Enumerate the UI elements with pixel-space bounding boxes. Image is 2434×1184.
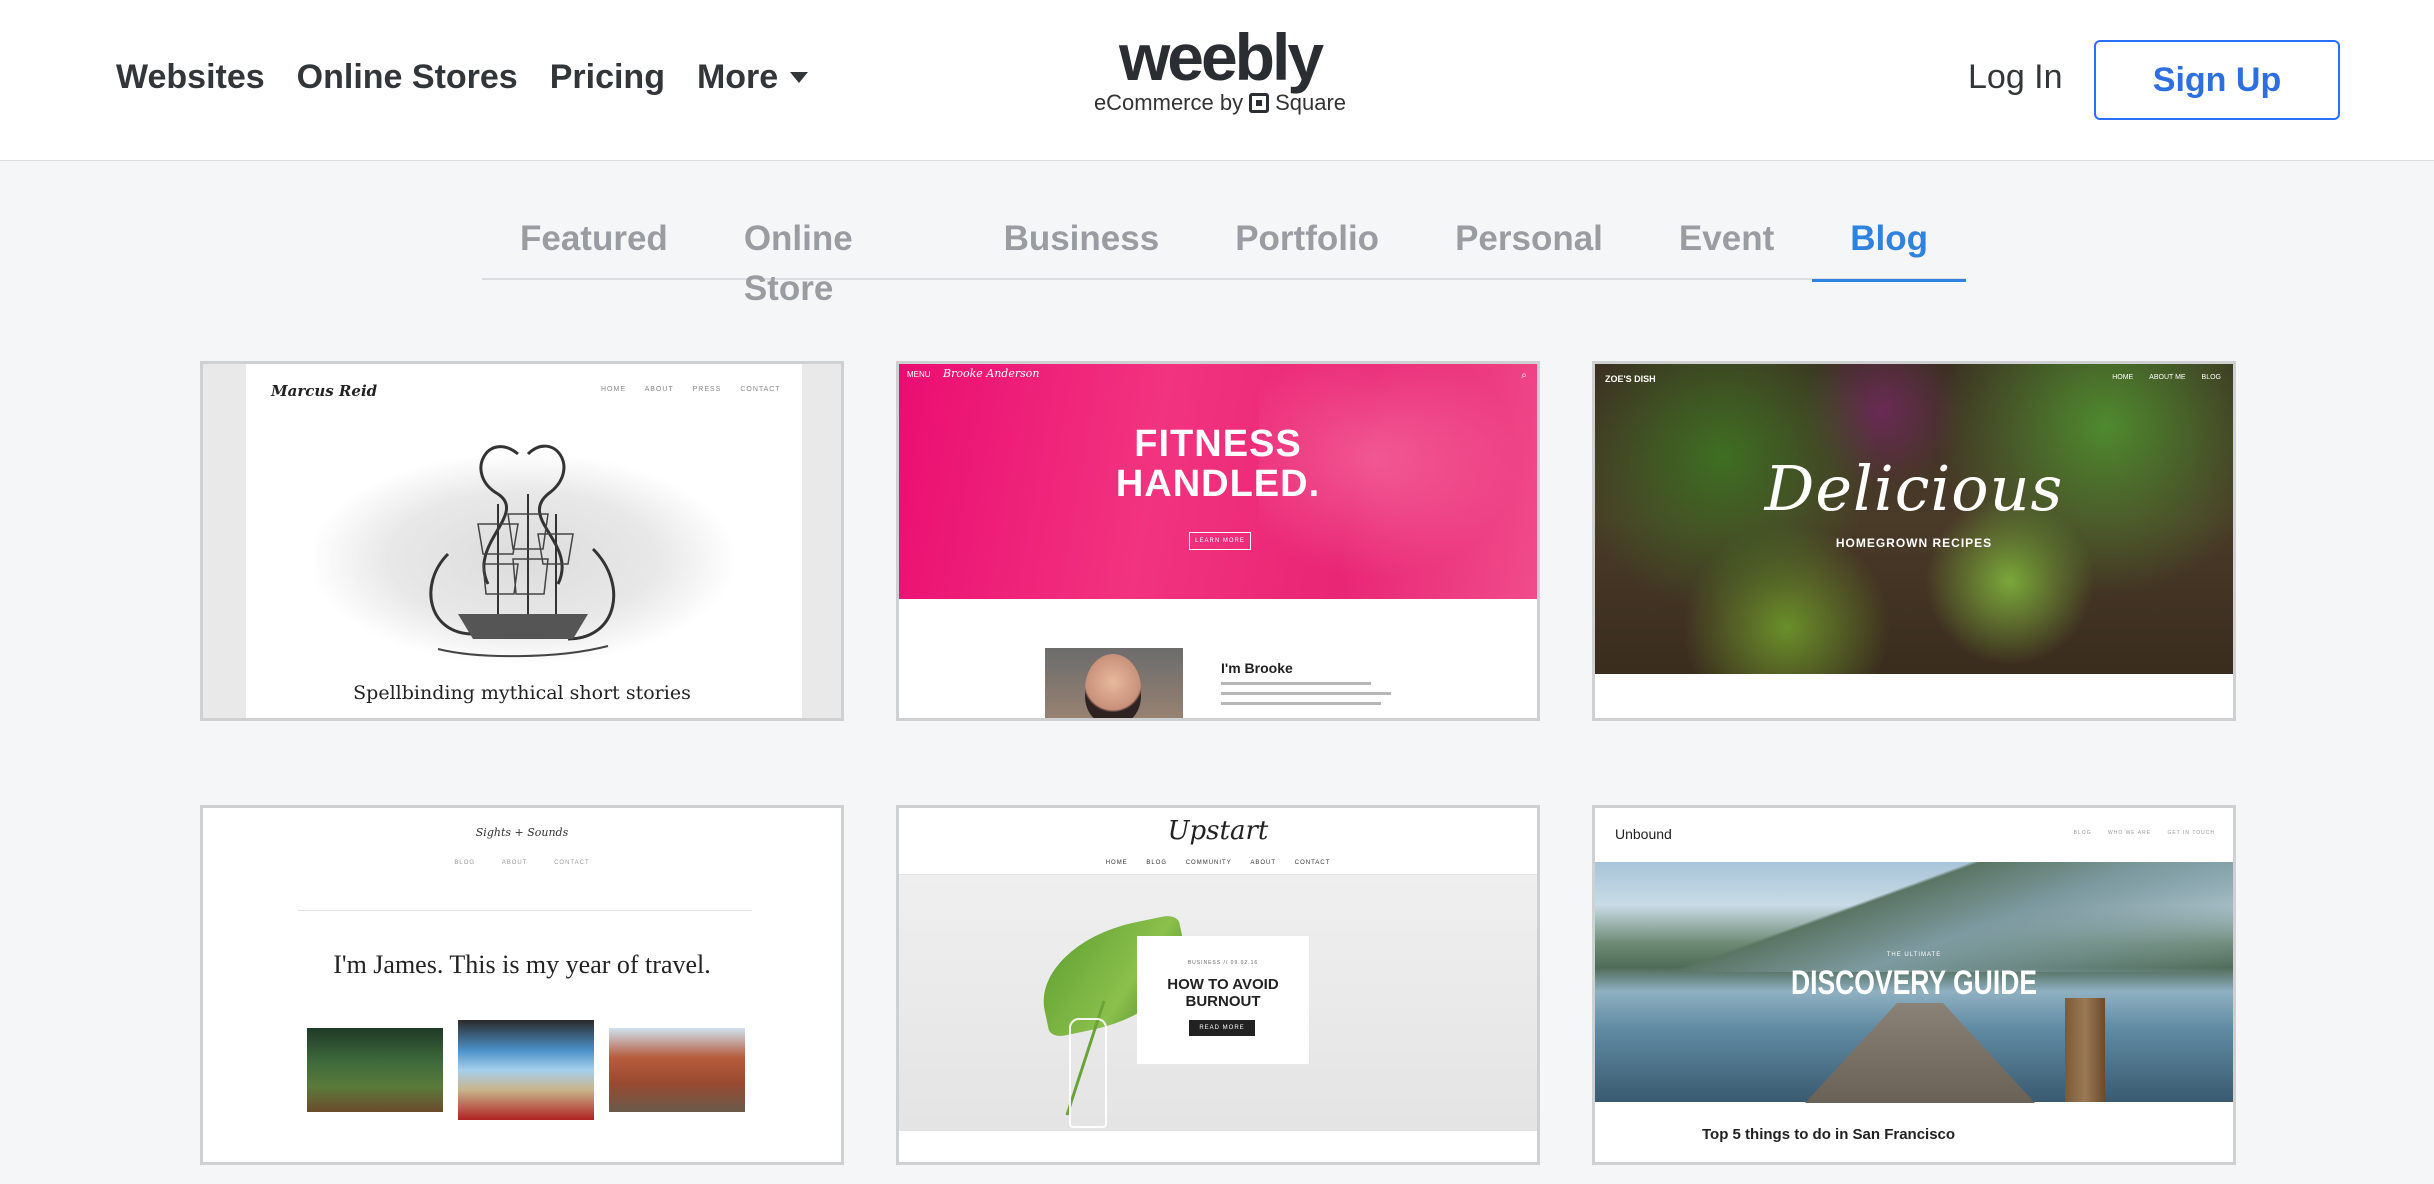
template-preview: Sights + Sounds BLOG ABOUT CONTACT I'm J…	[203, 808, 841, 1162]
portrait-face	[1085, 654, 1141, 718]
preview-post-box: BUSINESS // 09.02.16 HOW TO AVOID BURNOU…	[1137, 936, 1309, 1064]
tab-portfolio[interactable]: Portfolio	[1197, 214, 1417, 280]
preview-menu: HOME ABOUT PRESS CONTACT	[601, 386, 797, 393]
preview-menu-item: ABOUT ME	[2149, 374, 2186, 381]
preview-hero-title: Delicious	[1764, 452, 2064, 525]
preview-body-text	[1221, 682, 1401, 712]
template-card-zoes-dish[interactable]: ZOE'S DISH HOME ABOUT ME BLOG Delicious …	[1592, 361, 2236, 721]
search-icon: ⌕	[1521, 370, 1527, 381]
preview-menu-item: CONTACT	[554, 860, 590, 866]
template-card-sights-sounds[interactable]: Sights + Sounds BLOG ABOUT CONTACT I'm J…	[200, 805, 844, 1165]
nav-pricing[interactable]: Pricing	[550, 58, 665, 97]
preview-site-name: Sights + Sounds	[475, 826, 569, 839]
nav-websites[interactable]: Websites	[116, 58, 265, 97]
preview-portrait-photo	[1045, 648, 1183, 718]
logo-tagline-prefix: eCommerce by	[1093, 90, 1244, 115]
preview-menu-item: BLOG	[1146, 860, 1168, 866]
preview-hero-title-line: HANDLED.	[1115, 463, 1321, 505]
preview-site-name: Brooke Anderson	[943, 367, 1040, 380]
nav-more-dropdown[interactable]: More	[696, 58, 809, 97]
tab-blog[interactable]: Blog	[1812, 214, 1966, 282]
preview-post-meta: BUSINESS // 09.02.16	[1187, 960, 1259, 966]
template-card-brooke-anderson[interactable]: MENU Brooke Anderson ⌕ FITNESS HANDLED. …	[896, 361, 1540, 721]
preview-post-title: HOW TO AVOID BURNOUT	[1137, 976, 1309, 1010]
preview-tent-photo	[458, 1020, 594, 1120]
template-card-unbound[interactable]: Unbound BLOG WHO WE ARE GET IN TOUCH THE…	[1592, 805, 2236, 1165]
tab-online-store[interactable]: Online Store	[706, 214, 966, 308]
preview-menu-item: HOME	[1105, 860, 1128, 866]
preview-menu-item: PRESS	[692, 386, 722, 393]
template-card-marcus-reid[interactable]: Marcus Reid HOME ABOUT PRESS CONTACT Spe…	[200, 361, 844, 721]
caret-down-icon	[790, 72, 809, 83]
site-header: Websites Online Stores Pricing More weeb…	[0, 0, 2434, 161]
preview-headline: I'm James. This is my year of travel.	[333, 950, 711, 979]
preview-menu: BLOG ABOUT CONTACT	[203, 860, 841, 866]
main-nav: Websites Online Stores Pricing More	[116, 58, 809, 97]
template-preview: MENU Brooke Anderson ⌕ FITNESS HANDLED. …	[899, 364, 1537, 718]
preview-menu-item: ABOUT	[1250, 860, 1277, 866]
preview-menu-item: ABOUT	[644, 386, 674, 393]
logo-tagline-brand: Square	[1275, 90, 1347, 115]
preview-post-title-line: HOW TO AVOID	[1167, 976, 1279, 993]
preview-hero-title: FITNESS HANDLED.	[899, 424, 1537, 504]
preview-hero-subtitle: HOMEGROWN RECIPES	[1835, 536, 1993, 550]
square-logo-icon	[1249, 93, 1270, 113]
preview-hero-kicker: THE ULTIMATE	[1886, 952, 1942, 958]
template-preview: Marcus Reid HOME ABOUT PRESS CONTACT Spe…	[203, 364, 841, 718]
preview-menu: HOME ABOUT ME BLOG	[2098, 374, 2221, 381]
preview-learn-more-button: LEARN MORE	[1189, 532, 1251, 550]
tab-business[interactable]: Business	[966, 214, 1198, 280]
template-preview: ZOE'S DISH HOME ABOUT ME BLOG Delicious …	[1595, 364, 2233, 718]
template-category-tabs: Featured Online Store Business Portfolio…	[482, 214, 1966, 308]
wooden-post-graphic	[2065, 998, 2105, 1102]
template-preview: Unbound BLOG WHO WE ARE GET IN TOUCH THE…	[1595, 808, 2233, 1162]
preview-canyon-photo	[609, 1028, 745, 1112]
preview-site-name: Upstart	[1167, 816, 1269, 846]
preview-menu-item: WHO WE ARE	[2107, 830, 2152, 836]
preview-intro-heading: I'm Brooke	[1221, 660, 1293, 676]
preview-menu-item: BLOG	[454, 860, 476, 866]
preview-menu-item: HOME	[601, 386, 626, 393]
preview-menu-label: MENU	[907, 370, 931, 379]
nav-online-stores[interactable]: Online Stores	[297, 58, 518, 97]
preview-menu-item: ABOUT	[501, 860, 528, 866]
kraken-ship-illustration	[429, 444, 616, 658]
preview-menu-item: BLOG	[2201, 374, 2221, 381]
weebly-logo[interactable]: weebly eCommerce by Square	[1090, 24, 1350, 116]
preview-menu: HOME BLOG COMMUNITY ABOUT CONTACT	[899, 860, 1537, 866]
preview-site-name: ZOE'S DISH	[1605, 374, 1656, 384]
logo-wordmark: weebly	[1118, 20, 1324, 94]
tab-featured[interactable]: Featured	[482, 214, 706, 280]
preview-menu-item: HOME	[2112, 374, 2134, 381]
logo-tagline: eCommerce by Square	[1090, 90, 1350, 116]
preview-read-more-button: READ MORE	[1189, 1020, 1255, 1036]
signup-button[interactable]: Sign Up	[2094, 40, 2340, 120]
preview-menu-item: CONTACT	[1294, 860, 1331, 866]
divider	[298, 910, 752, 911]
preview-menu-item: CONTACT	[740, 386, 781, 393]
preview-menu-item: COMMUNITY	[1185, 860, 1232, 866]
template-preview: Upstart HOME BLOG COMMUNITY ABOUT CONTAC…	[899, 808, 1537, 1162]
preview-site-name: Unbound	[1615, 826, 1672, 842]
preview-post-title-line: BURNOUT	[1185, 993, 1261, 1010]
preview-caption: Spellbinding mythical short stories	[353, 682, 691, 704]
template-card-upstart[interactable]: Upstart HOME BLOG COMMUNITY ABOUT CONTAC…	[896, 805, 1540, 1165]
nav-more-label: More	[696, 58, 779, 96]
preview-forest-photo	[307, 1028, 443, 1112]
preview-post-title: Top 5 things to do in San Francisco	[1702, 1126, 1956, 1143]
login-link[interactable]: Log In	[1968, 58, 2063, 97]
preview-menu-item: GET IN TOUCH	[2167, 830, 2215, 836]
tab-event[interactable]: Event	[1641, 214, 1812, 280]
tab-personal[interactable]: Personal	[1417, 214, 1641, 280]
preview-menu-item: BLOG	[2073, 830, 2092, 836]
preview-site-name: Marcus Reid	[271, 382, 378, 400]
glass-vase-graphic	[1069, 1018, 1107, 1128]
preview-hero-title-line: FITNESS	[1134, 423, 1302, 465]
preview-menu: BLOG WHO WE ARE GET IN TOUCH	[2060, 830, 2215, 836]
preview-hero-title: DISCOVERY GUIDE	[1790, 964, 2038, 1002]
